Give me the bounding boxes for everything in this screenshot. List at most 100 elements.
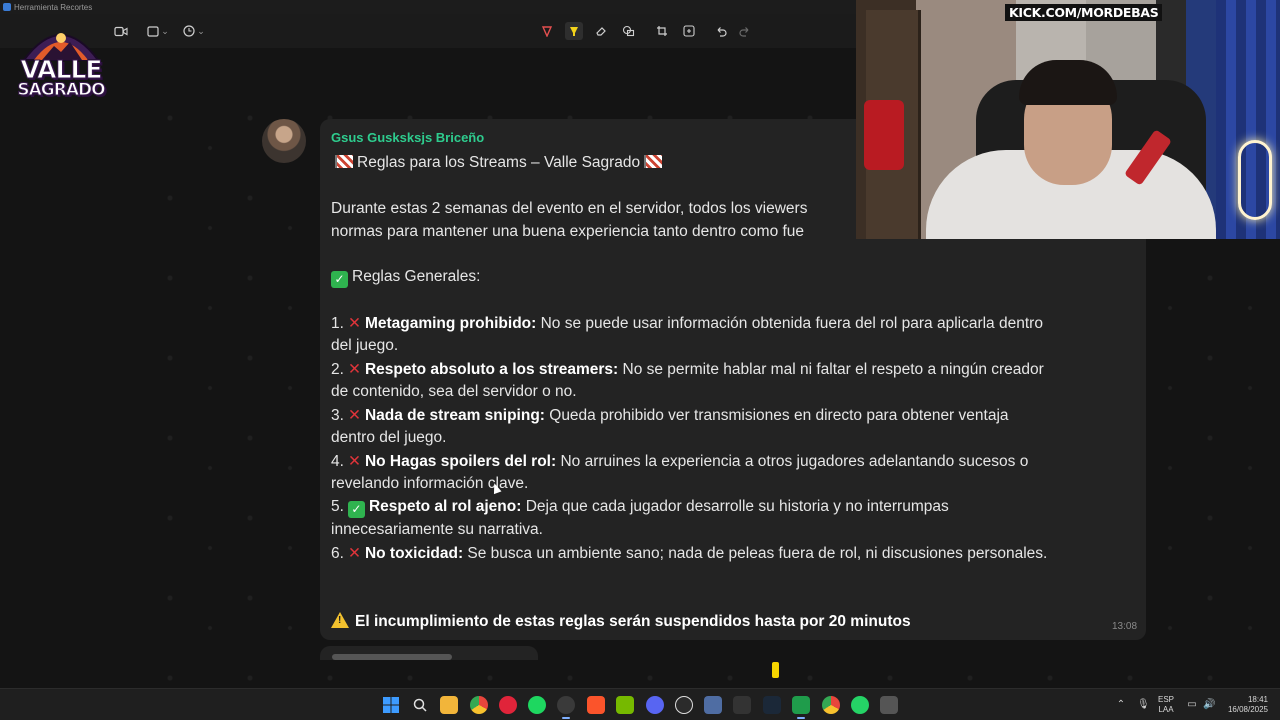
rule-4: 4. ✕ No Hagas spoilers del rol: No arruine…	[331, 452, 1028, 471]
background-red-object	[864, 100, 904, 170]
discord-icon[interactable]	[646, 696, 664, 714]
file-explorer-icon[interactable]	[440, 696, 458, 714]
video-mode-icon[interactable]	[112, 22, 130, 40]
sender-name[interactable]: Gsus Gusksksjs Briceño	[331, 130, 484, 145]
rule-title: Metagaming prohibido:	[364, 315, 537, 332]
rule-title: No Hagas spoilers del rol:	[364, 453, 557, 470]
rule-text: No se puede usar información obtenida fu…	[536, 315, 1043, 332]
screen-capture-icon[interactable]	[880, 696, 898, 714]
flag-icon	[335, 155, 353, 168]
redo-icon[interactable]	[736, 22, 754, 40]
section-heading: ✓ Reglas Generales:	[331, 268, 480, 288]
rule-1-continuation: del juego.	[331, 337, 399, 354]
window-title: Herramienta Recortes	[14, 3, 93, 12]
cross-mark-icon: ✕	[347, 407, 361, 424]
neon-light	[1238, 140, 1272, 220]
cross-mark-icon: ✕	[347, 315, 361, 332]
language-indicator[interactable]: ESP LAA	[1158, 695, 1174, 715]
flag-icon	[644, 155, 663, 168]
rule-6: 6. ✕ No toxicidad: Se busca un ambiente sa…	[331, 544, 1047, 563]
snipping-tool-taskbar-icon[interactable]	[557, 696, 575, 719]
clock-time: 18:41	[1247, 695, 1268, 704]
whatsapp-icon[interactable]	[851, 696, 869, 714]
rule-title: No toxicidad:	[364, 545, 464, 562]
windows-taskbar: ⌃ 🎙 ESP LAA ▭ 🔊 18:41 16/08/2025	[0, 688, 1280, 720]
rule-5-continuation: innecesariamente su narrativa.	[331, 521, 543, 538]
rule-number: 2.	[331, 361, 344, 378]
network-icon[interactable]: ▭	[1186, 699, 1198, 711]
rule-1: 1. ✕ Metagaming prohibido: No se puede usa…	[331, 314, 1043, 333]
check-mark-icon: ✓	[331, 271, 348, 288]
rule-number: 4.	[331, 453, 344, 470]
crop-icon[interactable]	[653, 22, 671, 40]
system-clock[interactable]: 18:41 16/08/2025	[1222, 695, 1268, 715]
opera-icon[interactable]	[499, 696, 517, 714]
valle-sagrado-logo: VALLE SAGRADO	[14, 16, 108, 106]
webcam-overlay	[856, 0, 1280, 239]
snipping-tool-icon	[3, 3, 11, 11]
keyboard-layout: LAA	[1158, 705, 1174, 714]
streamer-hair	[1019, 60, 1117, 105]
shapes-icon[interactable]	[619, 22, 637, 40]
brave-icon[interactable]	[587, 696, 605, 714]
intro-line-2: normas para mantener una buena experienc…	[331, 223, 805, 240]
rule-text: Queda prohibido ver transmisiones en dir…	[544, 407, 1009, 424]
sender-avatar[interactable]	[262, 119, 306, 163]
settings-gear-icon[interactable]	[704, 696, 722, 714]
rule-title: Respeto al rol ajeno:	[368, 498, 522, 515]
message-timestamp: 13:08	[1112, 621, 1138, 632]
next-message-preview	[320, 646, 538, 660]
spreadsheet-app-icon[interactable]	[792, 696, 810, 719]
highlighter-icon[interactable]	[565, 22, 583, 40]
rule-number: 3.	[331, 407, 344, 424]
rule-text: Deja que cada jugador desarrolle su hist…	[521, 498, 949, 515]
message-title-text: Reglas para los Streams – Valle Sagrado	[357, 154, 641, 171]
kick-channel-banner: KICK.COM/MORDEBAS	[1005, 4, 1163, 21]
chrome-profile-icon[interactable]	[822, 696, 840, 714]
cross-mark-icon: ✕	[347, 453, 361, 470]
nvidia-icon[interactable]	[616, 696, 634, 714]
tray-overflow-chevron-icon[interactable]: ⌃	[1115, 699, 1127, 711]
steam-icon[interactable]	[763, 696, 781, 714]
check-mark-icon: ✓	[347, 501, 365, 518]
rule-title: Nada de stream sniping:	[364, 407, 545, 424]
rule-number: 6.	[331, 545, 344, 562]
start-menu-icon[interactable]	[382, 696, 400, 714]
text-actions-icon[interactable]	[680, 22, 698, 40]
undo-icon[interactable]	[712, 22, 730, 40]
rule-2-continuation: de contenido, sea del servidor o no.	[331, 383, 577, 400]
rule-2: 2. ✕ Respeto absoluto a los streamers: No …	[331, 360, 1044, 379]
message-title: Reglas para los Streams – Valle Sagrado	[331, 154, 666, 172]
cross-mark-icon: ✕	[347, 361, 361, 378]
section-heading-text: Reglas Generales:	[352, 268, 481, 285]
warning-text: El incumplimiento de estas reglas serán …	[355, 613, 911, 630]
obs-icon[interactable]	[675, 696, 693, 714]
search-icon[interactable]	[411, 696, 429, 714]
spotify-icon[interactable]	[528, 696, 546, 714]
delay-timer-dropdown[interactable]	[182, 22, 206, 40]
language-code: ESP	[1158, 695, 1175, 704]
warning-line: El incumplimiento de estas reglas serán …	[331, 612, 911, 631]
ballpoint-pen-icon[interactable]	[538, 22, 556, 40]
rule-5: 5. ✓ Respeto al rol ajeno: Deja que cada j…	[331, 498, 949, 518]
yellow-highlight-mark	[772, 662, 779, 678]
snipping-toolbar	[0, 14, 860, 48]
volume-icon[interactable]: 🔊	[1203, 699, 1215, 711]
microphone-tray-icon[interactable]: 🎙	[1137, 699, 1150, 711]
rule-text: No arruines la experiencia a otros jugad…	[556, 453, 1029, 470]
rule-title: Respeto absoluto a los streamers:	[364, 361, 619, 378]
cross-mark-icon: ✕	[347, 545, 361, 562]
rule-text: Se busca un ambiente sano; nada de pelea…	[463, 545, 1048, 562]
warning-icon	[331, 612, 349, 628]
clock-date: 16/08/2025	[1227, 705, 1268, 714]
rule-number: 1.	[331, 315, 344, 332]
eraser-icon[interactable]	[592, 22, 610, 40]
logo-word-sagrado: SAGRADO	[17, 80, 106, 100]
rule-3-continuation: dentro del juego.	[331, 429, 447, 446]
rule-number: 5.	[331, 498, 344, 515]
terminal-icon[interactable]	[733, 696, 751, 714]
snip-shape-dropdown[interactable]	[146, 22, 170, 40]
logo-word-valle: VALLE	[20, 55, 103, 84]
rule-text: No se permite hablar mal ni faltar el re…	[618, 361, 1044, 378]
chrome-icon[interactable]	[470, 696, 488, 714]
